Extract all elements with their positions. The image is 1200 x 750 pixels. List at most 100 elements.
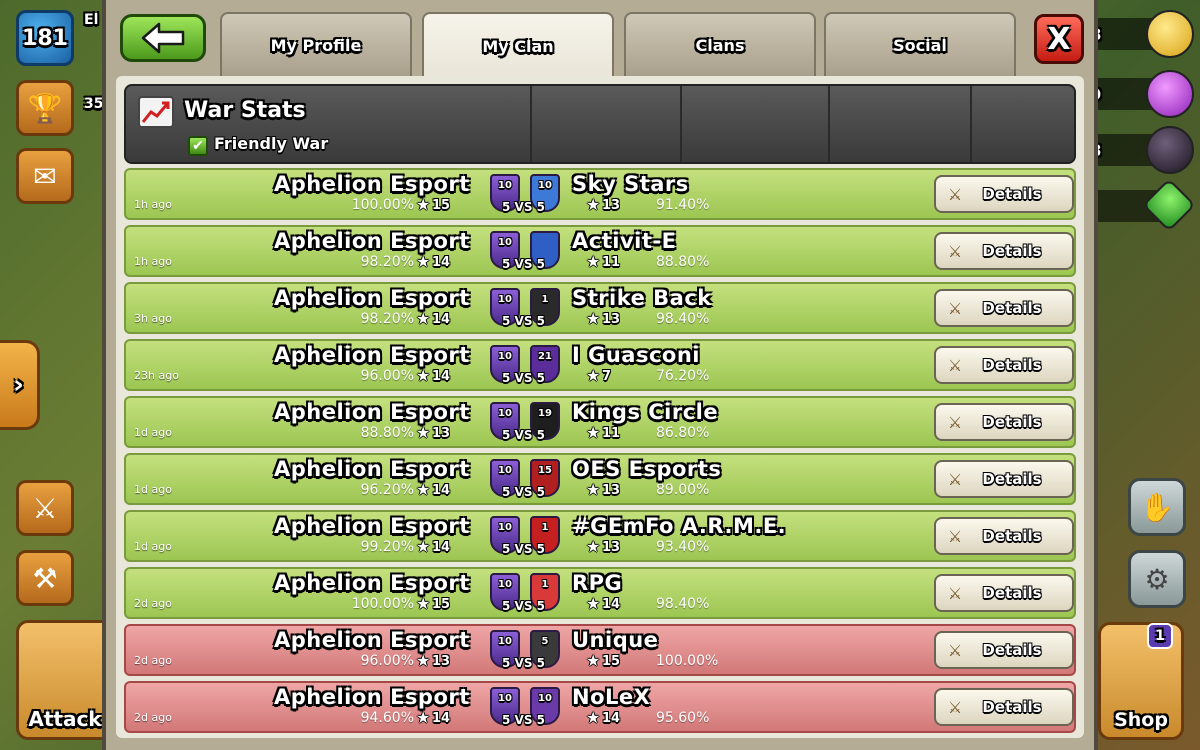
opponent-destruction-percent: 100.00% — [656, 653, 719, 669]
opponent-clan-name: Strike Back — [572, 286, 712, 310]
opponent-destruction-percent: 88.80% — [656, 254, 710, 270]
war-log-row: 3h ago Aphelion Esport 98.20% ★ 14 10 1 … — [124, 282, 1076, 334]
dark-elixir-icon — [1146, 126, 1194, 174]
opponent-stars: 13 — [602, 540, 621, 555]
war-time-ago: 23h ago — [134, 369, 179, 382]
back-button[interactable] — [120, 14, 206, 62]
details-button[interactable]: ⚔ Details — [934, 688, 1074, 726]
tab-clans[interactable]: Clans — [624, 12, 816, 76]
my-stars: 15 — [432, 597, 451, 612]
gem-icon — [1142, 178, 1196, 232]
edit-layout-button[interactable]: ✋ — [1128, 478, 1186, 536]
tab-social[interactable]: Social — [824, 12, 1016, 76]
header-cell — [970, 86, 1076, 162]
opponent-clan-name: NoLeX — [572, 685, 651, 709]
war-size-label: 5 VS 5 — [502, 599, 545, 613]
war-size-label: 5 VS 5 — [502, 428, 545, 442]
war-time-ago: 1h ago — [134, 255, 172, 268]
clan-panel: My Profile My Clan Clans Social X War St… — [102, 0, 1098, 750]
opponent-clan-name: Unique — [572, 628, 659, 652]
close-button[interactable]: X — [1034, 14, 1084, 64]
attack-button[interactable]: Attack — [16, 620, 114, 740]
shop-button[interactable]: Shop 1 — [1098, 622, 1184, 740]
opponent-clan-name: #GEmFo A.R.M.E. — [572, 514, 787, 538]
mail-button[interactable]: ✉ — [16, 148, 74, 204]
star-icon: ★ — [416, 537, 431, 556]
star-icon: ★ — [416, 423, 431, 442]
settings-button[interactable]: ⚙ — [1128, 550, 1186, 608]
trophy-button[interactable]: 🏆 — [16, 80, 74, 136]
opponent-stars: 7 — [602, 369, 612, 384]
tab-my-clan[interactable]: My Clan — [422, 12, 614, 78]
opponent-destruction-percent: 86.80% — [656, 425, 710, 441]
war-stats-header: War Stats ✔ Friendly War — [124, 84, 1076, 164]
gear-icon: ⚙ — [1144, 562, 1170, 596]
star-icon: ★ — [416, 252, 431, 271]
details-button[interactable]: ⚔ Details — [934, 403, 1074, 441]
war-log-row: 1d ago Aphelion Esport 96.20% ★ 14 10 15… — [124, 453, 1076, 505]
details-label: Details — [982, 584, 1042, 602]
war-log-list: 1h ago Aphelion Esport 100.00% ★ 15 10 1… — [124, 168, 1076, 738]
my-clan-name: Aphelion Esport — [274, 229, 470, 253]
star-icon: ★ — [416, 651, 431, 670]
war-log-row: 23h ago Aphelion Esport 96.00% ★ 14 10 2… — [124, 339, 1076, 391]
details-label: Details — [982, 413, 1042, 431]
crossed-swords-icon: ⚔ — [947, 469, 963, 489]
war-size-label: 5 VS 5 — [502, 257, 545, 271]
details-button[interactable]: ⚔ Details — [934, 346, 1074, 384]
player-level-badge[interactable]: 181 — [16, 10, 74, 66]
move-hand-icon: ✋ — [1139, 490, 1175, 524]
star-icon: ★ — [416, 195, 431, 214]
crossed-swords-icon: ⚔ — [947, 526, 963, 546]
builder-button[interactable]: ⚒ — [16, 550, 74, 606]
star-icon: ★ — [586, 537, 601, 556]
details-label: Details — [982, 242, 1042, 260]
friendly-war-checkbox[interactable]: ✔ — [188, 136, 208, 156]
opponent-destruction-percent: 76.20% — [656, 368, 710, 384]
star-icon: ★ — [586, 651, 601, 670]
opponent-stars: 13 — [602, 198, 621, 213]
war-size-label: 5 VS 5 — [502, 713, 545, 727]
details-button[interactable]: ⚔ Details — [934, 631, 1074, 669]
war-time-ago: 2d ago — [134, 711, 172, 724]
details-label: Details — [982, 698, 1042, 716]
opponent-clan-name: Sky Stars — [572, 172, 689, 196]
war-log-row: 2d ago Aphelion Esport 94.60% ★ 14 10 10… — [124, 681, 1076, 733]
details-label: Details — [982, 356, 1042, 374]
details-button[interactable]: ⚔ Details — [934, 574, 1074, 612]
star-icon: ★ — [586, 309, 601, 328]
my-clan-name: Aphelion Esport — [274, 685, 470, 709]
war-log-row: 1d ago Aphelion Esport 99.20% ★ 14 10 1 … — [124, 510, 1076, 562]
opponent-destruction-percent: 89.00% — [656, 482, 710, 498]
my-stars: 14 — [432, 711, 451, 726]
star-icon: ★ — [586, 252, 601, 271]
war-time-ago: 1d ago — [134, 426, 172, 439]
opponent-clan-name: I Guasconi — [572, 343, 701, 367]
war-time-ago: 2d ago — [134, 597, 172, 610]
details-button[interactable]: ⚔ Details — [934, 517, 1074, 555]
details-button[interactable]: ⚔ Details — [934, 232, 1074, 270]
my-stars: 14 — [432, 369, 451, 384]
mail-icon: ✉ — [33, 159, 57, 193]
expand-side-tab[interactable]: › — [0, 340, 40, 430]
hammer-icon: ⚒ — [32, 561, 58, 595]
details-button[interactable]: ⚔ Details — [934, 175, 1074, 213]
details-button[interactable]: ⚔ Details — [934, 289, 1074, 327]
my-clan-name: Aphelion Esport — [274, 286, 470, 310]
details-button[interactable]: ⚔ Details — [934, 460, 1074, 498]
war-log-content: War Stats ✔ Friendly War 1h ago Aphelion… — [116, 76, 1084, 738]
tab-my-profile[interactable]: My Profile — [220, 12, 412, 76]
clan-war-button[interactable]: ⚔ — [16, 480, 74, 536]
star-icon: ★ — [416, 594, 431, 613]
war-size-label: 5 VS 5 — [502, 200, 545, 214]
star-icon: ★ — [586, 366, 601, 385]
gold-icon — [1146, 10, 1194, 58]
my-destruction-percent: 96.00% — [360, 368, 414, 384]
star-icon: ★ — [416, 708, 431, 727]
elixir-icon — [1146, 70, 1194, 118]
war-log-row: 1h ago Aphelion Esport 98.20% ★ 14 10 5 … — [124, 225, 1076, 277]
star-icon: ★ — [586, 423, 601, 442]
war-size-label: 5 VS 5 — [502, 485, 545, 499]
my-stars: 14 — [432, 255, 451, 270]
war-size-label: 5 VS 5 — [502, 656, 545, 670]
